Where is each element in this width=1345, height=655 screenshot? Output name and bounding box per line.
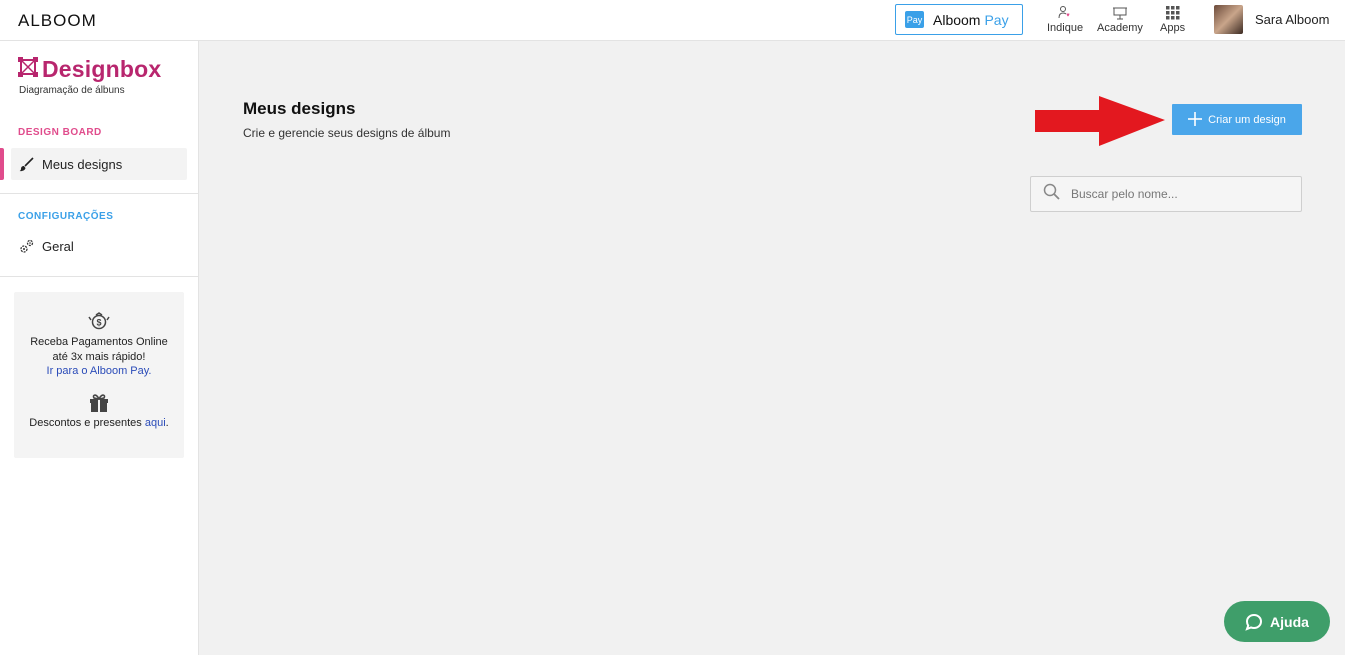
search-input[interactable] (1071, 187, 1291, 201)
page-title: Meus designs (243, 99, 356, 118)
sidebar-item-label: Meus designs (42, 156, 123, 172)
alboom-pay-button[interactable]: Pay Alboom Pay (895, 4, 1023, 35)
promo-line-3: Descontos e presentes aqui. (14, 416, 184, 431)
money-bag-icon: $ (14, 312, 184, 330)
indique-label: Indique (1047, 22, 1084, 34)
promo-line-3-text: Descontos e presentes (29, 416, 142, 429)
section-label-configuracoes: CONFIGURAÇÕES (18, 211, 114, 222)
indique-button[interactable]: Indique (1047, 4, 1083, 34)
designbox-logo[interactable]: Designbox (18, 56, 161, 83)
svg-text:$: $ (96, 318, 101, 328)
pay-button-label: Alboom (933, 11, 981, 28)
person-heart-icon (1057, 4, 1073, 22)
promo-line-3-end: . (165, 416, 169, 429)
page-subtitle: Crie e gerencie seus designs de álbum (243, 126, 451, 140)
avatar[interactable] (1214, 5, 1243, 34)
search-box (1030, 176, 1302, 212)
academy-label: Academy (1097, 22, 1143, 34)
search-icon (1043, 183, 1060, 205)
apps-label: Apps (1160, 22, 1186, 34)
promo-line-1: Receba Pagamentos Online (30, 336, 168, 348)
pay-badge-icon: Pay (905, 11, 924, 28)
gifts-link[interactable]: aqui (145, 417, 166, 429)
sidebar-item-meus-designs[interactable]: Meus designs (11, 148, 187, 180)
create-design-label: Criar um design (1208, 113, 1286, 126)
presentation-board-icon (1112, 4, 1128, 22)
top-bar: ALBOOM Pay Alboom Pay Indique Academy Ap… (0, 0, 1345, 41)
designbox-title: Designbox (42, 56, 162, 82)
gears-icon (19, 239, 34, 254)
gift-icon (14, 391, 184, 413)
pay-button-label-accent: Pay (984, 11, 1009, 28)
academy-button[interactable]: Academy (1097, 4, 1143, 34)
help-label: Ajuda (1270, 613, 1309, 630)
grid-icon (1165, 4, 1180, 22)
chat-bubble-icon (1245, 613, 1263, 631)
help-button[interactable]: Ajuda (1224, 601, 1330, 642)
alboom-pay-link[interactable]: Ir para o Alboom Pay. (47, 365, 152, 377)
username[interactable]: Sara Alboom (1255, 12, 1329, 27)
sidebar-item-geral[interactable]: Geral (11, 230, 187, 262)
divider (0, 276, 198, 277)
red-arrow-icon (1035, 96, 1165, 146)
apps-button[interactable]: Apps (1160, 4, 1185, 34)
designbox-logo-icon (18, 57, 38, 82)
designbox-subtitle: Diagramação de álbuns (19, 85, 125, 96)
section-label-design-board: DESIGN BOARD (18, 127, 102, 138)
sidebar-item-label: Geral (42, 238, 74, 254)
alboom-logo[interactable]: ALBOOM (18, 11, 97, 31)
sidebar: Designbox Diagramação de álbuns DESIGN B… (0, 41, 199, 655)
create-design-button[interactable]: Criar um design (1172, 104, 1302, 135)
active-indicator (0, 148, 4, 180)
promo-line-2: até 3x mais rápido! (52, 350, 146, 363)
divider (0, 193, 198, 194)
promo-box: $ Receba Pagamentos Online até 3x mais r… (14, 292, 184, 458)
brush-icon (19, 156, 34, 172)
plus-icon (1188, 111, 1203, 129)
